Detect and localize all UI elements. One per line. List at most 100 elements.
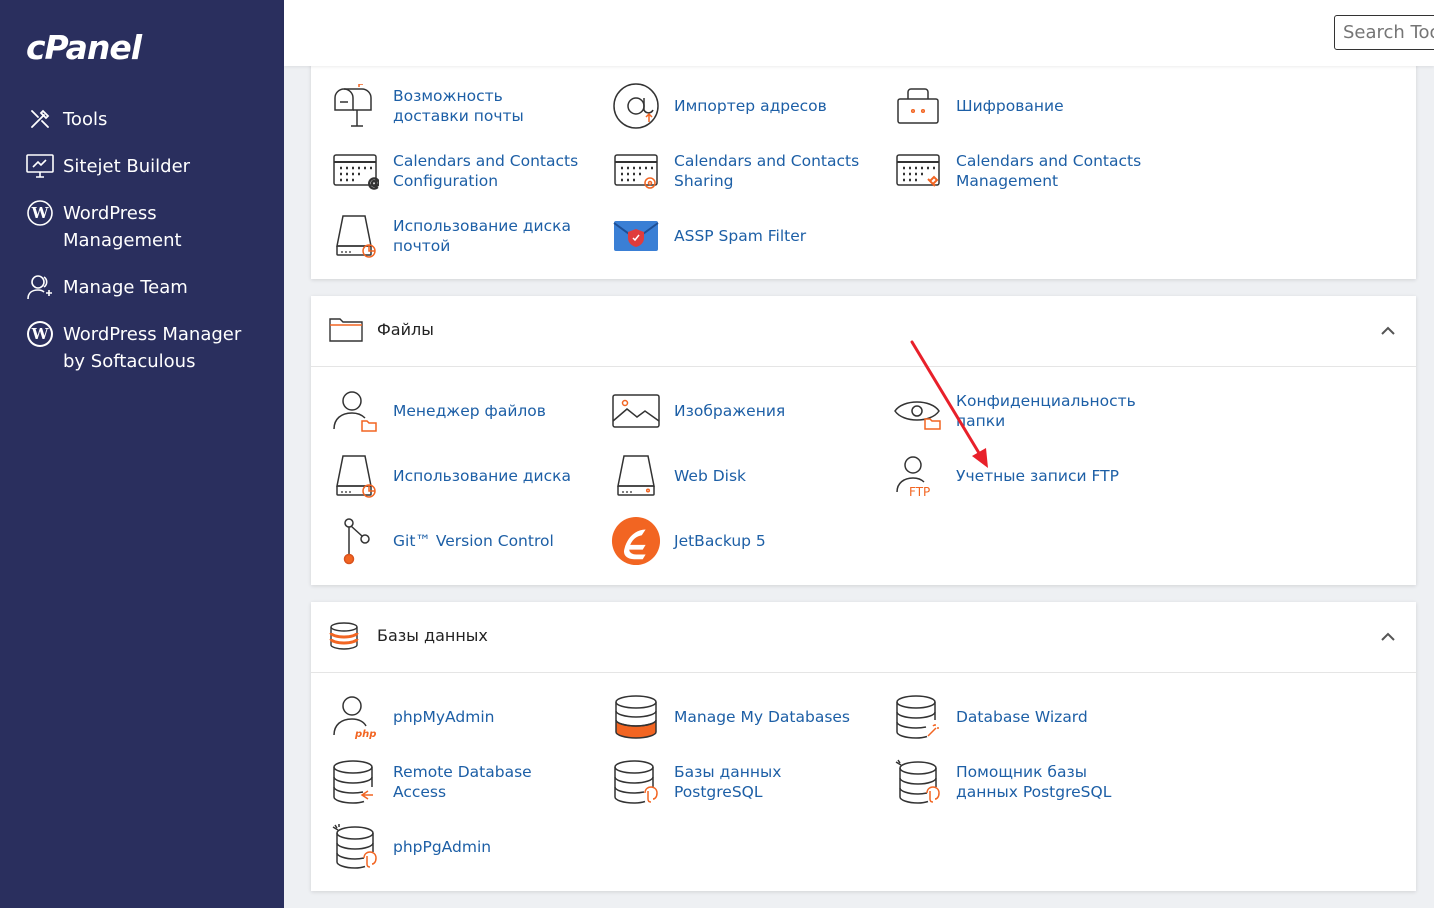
item-label: Возможность доставки почты — [393, 87, 524, 125]
tools-icon — [26, 105, 54, 133]
cpanel-logo[interactable]: cPanel — [26, 28, 142, 67]
postgresql-icon — [611, 757, 661, 807]
web-disk-icon — [611, 451, 661, 501]
phppgadmin-icon — [330, 822, 380, 872]
team-icon — [26, 273, 54, 301]
svg-text:W: W — [31, 325, 50, 343]
directory-privacy-link[interactable]: Конфиденциальность папки — [893, 386, 1146, 436]
email-panel: Возможность доставки почты Импортер адре… — [311, 56, 1416, 279]
file-manager-link[interactable]: Менеджер файлов — [330, 386, 583, 436]
item-label: Использование диска почтой — [393, 217, 571, 255]
item-label: Использование диска — [393, 467, 571, 485]
item-label: Calendars and Contacts Management — [956, 152, 1142, 190]
calendar-management-icon — [893, 146, 943, 196]
calendar-config-icon: @ — [330, 146, 380, 196]
at-import-icon — [611, 81, 661, 131]
database-wizard-icon — [893, 692, 943, 742]
images-link[interactable]: Изображения — [611, 386, 864, 436]
files-panel: Файлы Менеджер файлов Изображения Конфид… — [311, 296, 1416, 585]
search-tools-input[interactable] — [1334, 15, 1434, 50]
folder-icon — [329, 316, 363, 346]
item-label: Web Disk — [674, 467, 747, 485]
panel-title: Файлы — [377, 320, 434, 339]
item-label: JetBackup 5 — [674, 532, 766, 550]
remote-database-icon — [330, 757, 380, 807]
sidebar-item-label: WordPress Management — [63, 203, 182, 251]
databases-panel: Базы данных php phpMyAdmin Manage My Dat… — [311, 602, 1416, 891]
svg-text:W: W — [31, 204, 50, 222]
item-label: Менеджер файлов — [393, 402, 546, 420]
phppgadmin-link[interactable]: phpPgAdmin — [330, 822, 583, 872]
sidebar-item-wordpress-management[interactable]: W WordPress Management — [0, 194, 284, 260]
item-label: phpMyAdmin — [393, 708, 495, 726]
jetbackup-link[interactable]: JetBackup 5 — [611, 516, 864, 566]
disk-usage-icon — [330, 451, 380, 501]
address-importer-link[interactable]: Импортер адресов — [611, 81, 864, 131]
database-icon — [329, 622, 363, 652]
encryption-link[interactable]: Шифрование — [893, 81, 1146, 131]
calendar-sharing-icon — [611, 146, 661, 196]
database-wizard-link[interactable]: Database Wizard — [893, 692, 1146, 742]
item-label: Database Wizard — [956, 708, 1088, 726]
item-label: Calendars and Contacts Configuration — [393, 152, 579, 190]
databases-panel-header[interactable]: Базы данных — [311, 602, 1416, 673]
spam-filter-icon — [611, 211, 661, 261]
sitejet-icon — [26, 152, 54, 180]
sidebar-item-label: Sitejet Builder — [63, 156, 191, 177]
item-label: Импортер адресов — [674, 97, 827, 115]
item-label: ASSP Spam Filter — [674, 227, 807, 245]
item-label: Изображения — [674, 402, 786, 420]
sidebar-item-label: Tools — [63, 109, 108, 130]
encryption-icon — [893, 81, 943, 131]
sidebar: cPanel Tools Sitejet Builder W WordPress… — [0, 0, 284, 908]
mail-disk-icon — [330, 211, 380, 261]
svg-text:@: @ — [368, 176, 379, 190]
item-label: Учетные записи FTP — [956, 467, 1119, 485]
sidebar-item-wordpress-softaculous[interactable]: W WordPress Manager by Softaculous — [0, 315, 284, 381]
svg-text:php: php — [354, 729, 376, 739]
assp-spam-filter-link[interactable]: ASSP Spam Filter — [611, 211, 864, 261]
email-deliverability-link[interactable]: Возможность доставки почты — [330, 81, 583, 131]
postgresql-wizard-icon — [893, 757, 943, 807]
phpmyadmin-link[interactable]: php phpMyAdmin — [330, 692, 583, 742]
chevron-up-icon[interactable] — [1380, 629, 1396, 645]
svg-text:FTP: FTP — [909, 485, 930, 498]
item-label: Конфиденциальность папки — [956, 392, 1136, 430]
wordpress-icon: W — [26, 320, 54, 348]
top-header — [284, 0, 1434, 66]
sidebar-item-label: Manage Team — [63, 277, 188, 298]
directory-privacy-icon — [893, 386, 943, 436]
manage-databases-icon — [611, 692, 661, 742]
jetbackup-icon — [611, 516, 661, 566]
remote-database-access-link[interactable]: Remote Database Access — [330, 757, 583, 807]
web-disk-link[interactable]: Web Disk — [611, 451, 864, 501]
calendars-contacts-sharing-link[interactable]: Calendars and Contacts Sharing — [611, 146, 864, 196]
ftp-accounts-icon: FTP — [893, 451, 943, 501]
wordpress-icon: W — [26, 199, 54, 227]
calendars-contacts-management-link[interactable]: Calendars and Contacts Management — [893, 146, 1146, 196]
git-icon — [330, 516, 380, 566]
item-label: Git™ Version Control — [393, 532, 554, 550]
calendars-contacts-configuration-link[interactable]: @ Calendars and Contacts Configuration — [330, 146, 583, 196]
item-label: Remote Database Access — [393, 763, 532, 801]
chevron-up-icon[interactable] — [1380, 323, 1396, 339]
disk-usage-link[interactable]: Использование диска — [330, 451, 583, 501]
sidebar-item-label: WordPress Manager by Softaculous — [63, 324, 242, 372]
sidebar-item-sitejet[interactable]: Sitejet Builder — [0, 147, 284, 186]
sidebar-item-manage-team[interactable]: Manage Team — [0, 268, 284, 307]
images-icon — [611, 386, 661, 436]
item-label: Базы данных PostgreSQL — [674, 763, 782, 801]
sidebar-item-tools[interactable]: Tools — [0, 100, 284, 139]
mail-disk-usage-link[interactable]: Использование диска почтой — [330, 211, 583, 261]
item-label: Шифрование — [956, 97, 1064, 115]
item-label: phpPgAdmin — [393, 838, 492, 856]
ftp-accounts-link[interactable]: FTP Учетные записи FTP — [893, 451, 1146, 501]
git-version-control-link[interactable]: Git™ Version Control — [330, 516, 583, 566]
sidebar-nav: Tools Sitejet Builder W WordPress Manage… — [0, 100, 284, 389]
file-manager-icon — [330, 386, 380, 436]
postgresql-wizard-link[interactable]: Помощник базы данных PostgreSQL — [893, 757, 1146, 807]
postgresql-databases-link[interactable]: Базы данных PostgreSQL — [611, 757, 864, 807]
manage-my-databases-link[interactable]: Manage My Databases — [611, 692, 864, 742]
files-panel-header[interactable]: Файлы — [311, 296, 1416, 367]
mailbox-icon — [330, 81, 380, 131]
